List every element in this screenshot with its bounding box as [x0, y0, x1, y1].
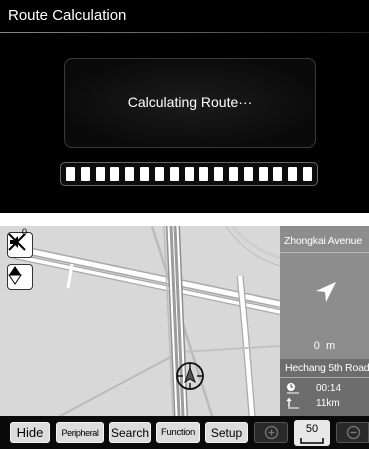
- turn-distance: 0 m: [313, 340, 336, 352]
- time-remaining-row: 00:14: [286, 382, 341, 394]
- progress-segment: [184, 167, 194, 181]
- progress-segment: [214, 167, 224, 181]
- panel-divider: [280, 252, 369, 253]
- title-divider: [0, 32, 369, 33]
- progress-segment: [243, 167, 253, 181]
- mute-button[interactable]: [7, 232, 33, 258]
- zoom-out-icon: [346, 425, 361, 440]
- bottom-toolbar: Hide Peripheral Search Function Setup 50: [0, 416, 369, 449]
- progress-segment: [110, 167, 120, 181]
- zoom-in-icon: [264, 425, 279, 440]
- distance-icon: [286, 397, 299, 409]
- calculation-message: Calculating Route···: [127, 94, 253, 110]
- scale-value: 50: [305, 423, 319, 435]
- progress-segment: [140, 167, 150, 181]
- next-street: Hechang 5th Road: [285, 362, 369, 374]
- progress-segment: [66, 167, 75, 181]
- peripheral-button[interactable]: Peripheral: [56, 422, 104, 443]
- vehicle-position-icon: [176, 362, 204, 390]
- progress-segment: [199, 167, 209, 181]
- setup-button[interactable]: Setup: [205, 422, 248, 443]
- progress-segment: [95, 167, 105, 181]
- zoom-out-button[interactable]: [336, 422, 369, 443]
- progress-segment: [125, 167, 135, 181]
- progress-segment: [228, 167, 238, 181]
- progress-segment: [288, 167, 298, 181]
- navigation-screen: 0 Zhongkai Avenue 0 m Hechang 5th Road 0…: [0, 226, 369, 449]
- calculation-dialog: Calculating Route···: [64, 58, 316, 148]
- progress-segment: [80, 167, 90, 181]
- screen-title: Route Calculation: [8, 7, 127, 24]
- progress-segment: [273, 167, 283, 181]
- next-divider: [280, 377, 369, 378]
- map-scale: 50: [294, 420, 330, 446]
- distance-remaining-row: 11km: [286, 397, 340, 409]
- current-street: Zhongkai Avenue: [284, 235, 362, 247]
- scale-bar-icon: [300, 438, 324, 444]
- clock-icon: [287, 383, 299, 394]
- guidance-panel: Zhongkai Avenue 0 m Hechang 5th Road 00:…: [280, 226, 369, 416]
- turn-arrow-icon: [316, 282, 336, 302]
- distance-remaining: 11km: [316, 397, 340, 409]
- compass-button[interactable]: [7, 264, 33, 290]
- map-roads: [13, 226, 280, 416]
- zoom-in-button[interactable]: [254, 422, 288, 443]
- progress-segment: [169, 167, 179, 181]
- next-maneuver-box: Hechang 5th Road 00:14 11km: [280, 359, 369, 416]
- mute-badge: 0: [22, 227, 28, 237]
- function-button[interactable]: Function: [156, 422, 200, 443]
- search-button[interactable]: Search: [109, 422, 151, 443]
- time-remaining: 00:14: [316, 382, 342, 394]
- hide-button[interactable]: Hide: [10, 422, 50, 443]
- route-calculation-screen: Route Calculation Calculating Route···: [0, 0, 369, 213]
- screen-divider: [0, 213, 369, 226]
- compass-icon: [8, 266, 22, 285]
- map-view[interactable]: 0: [0, 226, 280, 416]
- progress-segment: [303, 167, 312, 181]
- progress-segment: [258, 167, 268, 181]
- progress-segment: [154, 167, 164, 181]
- calculation-progress-bar: [60, 162, 318, 186]
